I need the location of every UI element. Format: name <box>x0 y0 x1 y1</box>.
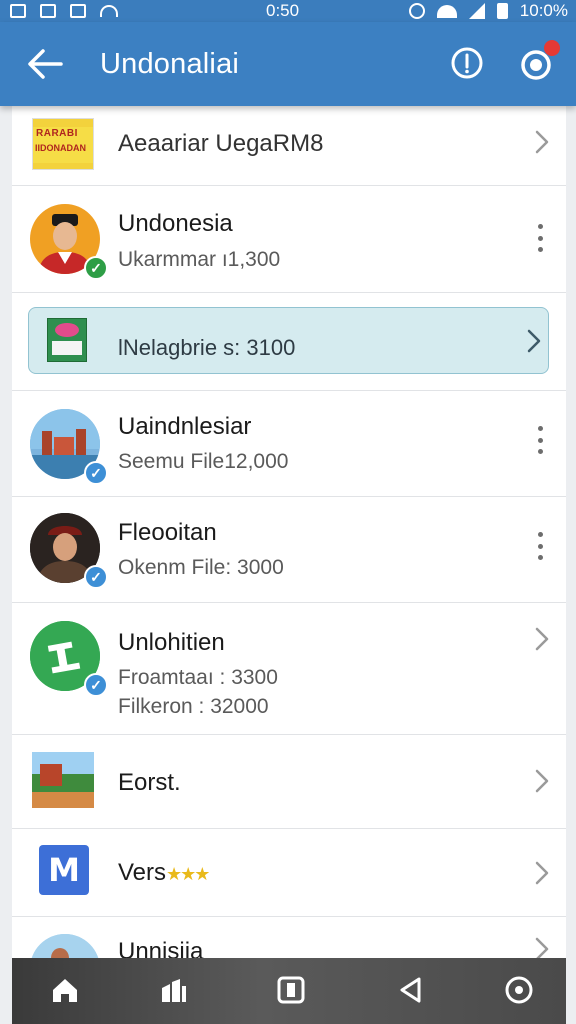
wifi-icon <box>436 4 457 18</box>
square-app-icon <box>277 976 305 1004</box>
home-button[interactable] <box>48 973 82 1007</box>
list-item[interactable]: Unnisiia <box>12 917 566 958</box>
chevron-right-icon <box>524 327 544 355</box>
status-bar: 0:50 10:0% <box>0 0 576 22</box>
app-switch-button[interactable] <box>274 973 308 1007</box>
list-item[interactable]: ✓ Unlohitien Froamtaaı : 3300 Filkeron :… <box>12 603 566 735</box>
image-icon <box>40 4 56 18</box>
item-title: Vers★★★ <box>118 859 210 887</box>
item-subtitle-secondary: Filkeron : 32000 <box>118 695 269 718</box>
app-thumbnail <box>47 318 87 362</box>
item-title: Unlohitien <box>118 629 225 656</box>
status-time: 0:50 <box>266 1 300 20</box>
gallery-icon <box>10 4 26 18</box>
list-item[interactable]: ✓ Fleooitan Okenm File: 3000 <box>12 497 566 603</box>
item-title: Fleooitan <box>118 519 217 546</box>
item-title: lNelagbrie s: 3100 <box>118 335 296 360</box>
item-subtitle: Ukarmmar ı1,300 <box>118 248 281 271</box>
list-item-highlighted[interactable]: lNelagbrie s: 3100 <box>12 293 566 391</box>
list-item[interactable]: RARABI IIDONADAN Aeaariar UegaRM8 <box>12 106 566 186</box>
app-bar: Undonaliai <box>0 22 576 106</box>
list-item[interactable]: ✓ Uaindnlesiar Seemu File12,000 <box>12 391 566 497</box>
back-arrow-icon <box>28 49 63 79</box>
signal-icon <box>468 3 485 19</box>
item-subtitle: Froamtaaı : 3300 <box>118 666 278 689</box>
item-title: Unnisiia <box>118 938 204 958</box>
back-button[interactable] <box>22 41 68 87</box>
content-list: RARABI IIDONADAN Aeaariar UegaRM8 ✓ Undo… <box>12 106 566 958</box>
list-item[interactable]: M Vers★★★ <box>12 829 566 917</box>
list-item[interactable]: Eorst. <box>12 735 566 829</box>
banner-thumbnail: RARABI IIDONADAN <box>32 118 94 170</box>
chevron-right-icon <box>532 859 552 887</box>
page-title: Undonaliai <box>100 47 240 80</box>
verified-check-icon: ✓ <box>84 565 108 589</box>
list-item[interactable]: ✓ Undonesia Ukarmmar ı1,300 <box>12 186 566 293</box>
bottom-navigation-bar <box>12 958 566 1024</box>
more-vert-icon[interactable] <box>534 532 546 560</box>
notifications-button[interactable] <box>514 40 560 86</box>
chevron-right-icon <box>532 625 552 653</box>
chevron-right-icon <box>532 767 552 795</box>
verified-check-icon: ✓ <box>84 256 108 280</box>
notification-dot <box>544 40 560 56</box>
battery-icon <box>496 3 508 19</box>
avatar <box>30 934 100 958</box>
circle-nav-button[interactable] <box>502 973 536 1007</box>
circle-icon <box>505 976 533 1004</box>
phone-screen: 0:50 10:0% Undonaliai RARABI IIDONADAN A… <box>0 0 576 1024</box>
battery-percent: 10:0% <box>519 1 568 20</box>
chevron-right-icon <box>532 935 552 958</box>
m-app-icon: M <box>39 845 89 895</box>
photo-thumbnail <box>32 752 94 808</box>
item-title: Uaindnlesiar <box>118 413 252 440</box>
info-icon <box>451 47 483 79</box>
chevron-right-icon <box>532 128 552 156</box>
library-button[interactable] <box>156 973 190 1007</box>
banner-text-bottom: IIDONADAN <box>35 143 86 153</box>
wifi-small-icon <box>100 5 118 17</box>
item-title: Undonesia <box>118 210 233 237</box>
item-title: Eorst. <box>118 769 181 796</box>
home-icon <box>53 979 77 1002</box>
back-nav-button[interactable] <box>394 973 428 1007</box>
star-rating: ★★★ <box>166 864 210 884</box>
app-icon-letter: M <box>48 851 80 889</box>
verified-check-icon: ✓ <box>84 673 108 697</box>
item-subtitle: Seemu File12,000 <box>118 450 289 473</box>
back-triangle-icon <box>400 977 421 1003</box>
more-vert-icon[interactable] <box>534 224 546 252</box>
books-icon <box>162 979 186 1002</box>
alarm-icon <box>408 3 425 19</box>
item-title-text: Vers <box>118 859 167 886</box>
info-button[interactable] <box>446 42 488 84</box>
item-title: Aeaariar UegaRM8 <box>118 130 324 157</box>
item-subtitle: Okenm File: 3000 <box>118 556 284 579</box>
banner-text-top: RARABI <box>36 128 78 139</box>
more-vert-icon[interactable] <box>534 426 546 454</box>
verified-check-icon: ✓ <box>84 461 108 485</box>
screenshot-icon <box>70 4 86 18</box>
